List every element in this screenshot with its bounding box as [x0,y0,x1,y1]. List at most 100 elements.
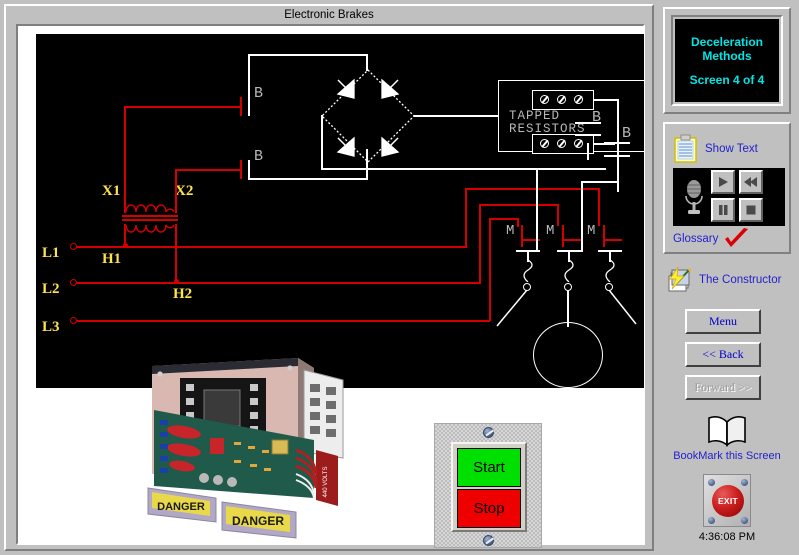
exit-screw-tl [708,479,715,486]
terminal-screw-2 [557,95,566,104]
contact-b2-right-bar [248,160,250,179]
media-controls [673,168,785,226]
wire-b4-vert [617,99,619,192]
junction-h1 [122,243,128,248]
control-station: Start Stop [434,423,542,548]
wire-l1-to-m1 [465,189,467,247]
stop-button-media[interactable] [739,198,763,222]
wire-l1-drop-m3 [598,188,600,226]
content-frame: L1 L2 L3 X1 X2 H1 H2 B B TAPPED RESISTOR… [16,24,645,548]
motor-symbol [533,322,603,388]
pause-button[interactable] [711,198,735,222]
glossary-row[interactable]: Glossary [673,227,785,251]
wire-res-bot-right [593,143,615,145]
application-window: Electronic Brakes L1 L2 L3 X1 X2 H1 H2 B… [0,0,799,555]
play-button[interactable] [711,170,735,194]
stop-icon [746,205,756,215]
contact-b1-left-bar [240,97,242,116]
overload-heater-2 [564,260,574,282]
start-button[interactable]: Start [457,448,521,487]
junction-h2 [173,279,179,284]
media-button-grid [711,170,765,224]
wire-l1-bus [465,188,600,190]
show-text-row[interactable]: Show Text [673,130,785,168]
wire-l3-run [77,319,490,322]
screen-title-line2: Methods [702,48,752,63]
overload-contact-2 [564,283,572,291]
menu-button[interactable]: Menu [685,309,761,334]
wire-l2-bus [479,204,559,206]
brake-unit-photo: 440 VOLTS DANGER DANGER [138,346,358,546]
contact-label-b1: B [254,85,264,102]
overload-heater-1 [523,260,533,282]
wire-l3-to-m3 [489,219,491,321]
back-button[interactable]: << Back [685,342,761,367]
brake-unit-image: 440 VOLTS DANGER DANGER [147,358,344,539]
wire-res-top-right [593,99,619,101]
terminal-dot-l3 [70,317,77,324]
contact-m2-bar-top [562,239,581,241]
clock-display: 4:36:08 PM [698,531,756,543]
constructor-row[interactable]: The Constructor [667,266,793,294]
diode-bridge-rectifier [321,69,415,163]
contact-label-m3: M [587,223,596,239]
exit-button[interactable]: EXIT [712,485,744,517]
station-screw-top [483,427,494,438]
exit-screw-bl [708,517,715,524]
wire-x2-up [175,170,177,200]
terminal-screw-3 [574,95,583,104]
wire-b1-up [248,55,250,107]
terminal-label-l3: L3 [42,319,60,335]
wire-l3-drop-m1 [517,218,519,227]
wire-x2-to-b2 [175,169,241,171]
wire-m3-top [603,225,605,247]
wire-bridge-left-node [321,115,323,117]
contact-label-b2: B [254,148,264,165]
station-faceplate: Start Stop [451,442,527,532]
terminal-screw-4 [540,139,549,148]
bookmark-label: BookMark this Screen [673,450,781,462]
transformer-core-2 [122,219,178,221]
terminal-screw-1 [540,95,549,104]
screen-title-display: Deceleration Methods Screen 4 of 4 [675,19,779,102]
clipboard-icon [674,134,697,163]
show-text-label: Show Text [705,143,758,155]
rewind-button[interactable] [739,170,763,194]
wire-l3-bus [489,218,519,220]
terminal-screw-5 [557,139,566,148]
wire-bridge-neg-out [321,168,606,170]
play-icon [719,177,728,187]
wire-m2-top [562,225,564,247]
photo-label-danger-1: DANGER [157,501,205,513]
exit-screw-br [741,517,748,524]
transformer-label-h1: H1 [102,251,122,267]
wire-b1-to-bridge [248,54,367,56]
exit-screw-tr [741,479,748,486]
transformer-label-x1: X1 [102,183,121,199]
wire-m3-to-motor [608,290,637,325]
bookmark-block[interactable]: BookMark this Screen [659,414,795,462]
contact-label-b4: B [622,125,632,142]
wire-b2-to-bridge [248,178,367,180]
screen-title-panel: Deceleration Methods Screen 4 of 4 [663,7,791,114]
screen-counter: Screen 4 of 4 [689,72,765,87]
stop-button[interactable]: Stop [457,489,521,528]
microphone-icon [685,180,703,214]
media-panel: Show Text Glossary [663,122,791,254]
wire-bridge-pos-out [414,115,499,117]
contact-label-m1: M [506,223,515,239]
wire-l2-to-m2 [479,205,481,283]
station-screw-bottom [483,535,494,546]
wire-dc-pos-bus [581,181,618,183]
sidebar: Deceleration Methods Screen 4 of 4 Show … [659,4,795,551]
photo-label-440-volts: 440 VOLTS [323,467,329,498]
schematic-diagram: L1 L2 L3 X1 X2 H1 H2 B B TAPPED RESISTOR… [36,34,644,388]
terminal-screw-6 [574,139,583,148]
red-checkmark-icon [725,228,749,247]
pause-icon [719,205,728,215]
glossary-label: Glossary [673,233,719,245]
wire-l1-run [77,245,467,248]
terminal-label-l1: L1 [42,245,60,261]
rewind-icon [744,177,757,187]
contact-b2-left-bar [240,160,242,179]
